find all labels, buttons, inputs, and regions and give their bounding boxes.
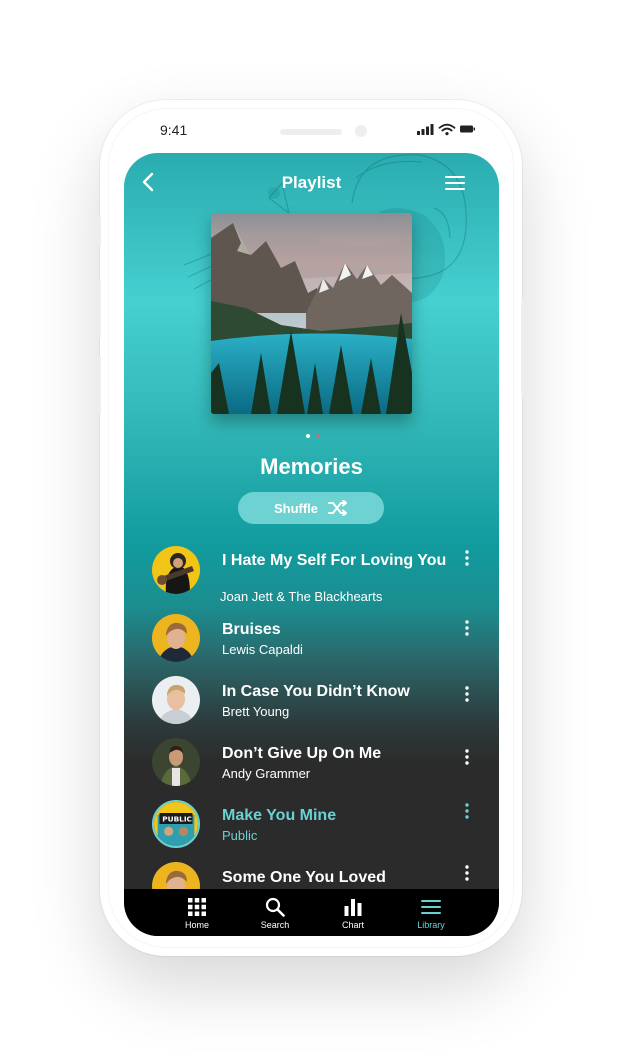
artist-avatar: PUBLIC: [152, 800, 200, 848]
shuffle-icon: [328, 500, 348, 516]
signal-icon: [417, 124, 434, 135]
shuffle-label: Shuffle: [273, 500, 319, 516]
status-time: 9:41: [160, 122, 188, 138]
song-title: I Hate My Self For Loving You: [222, 552, 447, 569]
wifi-icon: [438, 123, 456, 132]
shuffle-button[interactable]: Shuffle: [238, 492, 384, 524]
song-row[interactable]: Bruises Lewis Capaldi: [124, 614, 499, 674]
tab-label: Library: [417, 920, 445, 930]
tab-search[interactable]: Search: [235, 889, 315, 936]
more-options-icon[interactable]: [459, 685, 475, 703]
top-bar: Playlist: [124, 153, 499, 213]
playlist-name: Memories: [260, 454, 363, 479]
song-title: Some One You Loved: [222, 869, 386, 886]
grid-icon: [188, 898, 206, 916]
bottom-tab-bar: Home Search Chart Library: [124, 889, 499, 936]
song-title: Bruises: [222, 621, 281, 638]
song-artist: Brett Young: [222, 704, 290, 719]
song-row[interactable]: I Hate My Self For Loving You Joan Jett …: [124, 546, 499, 606]
song-artist: Public: [222, 828, 258, 843]
carousel-indicator: [305, 434, 321, 452]
more-options-icon[interactable]: [459, 619, 475, 637]
earpiece-speaker: [280, 129, 342, 135]
tab-label: Home: [184, 920, 209, 930]
wifi-dot-icon: [445, 132, 449, 136]
app-screen: Playlist Memories Shuffle I Hate My Self…: [124, 153, 499, 936]
song-artist: Joan Jett & The Blackhearts: [220, 589, 383, 604]
front-camera: [355, 125, 367, 137]
search-icon: [265, 897, 285, 917]
bar-chart-icon: [344, 899, 362, 916]
more-options-icon[interactable]: [459, 802, 475, 820]
tab-label: Search: [260, 920, 290, 930]
song-title: In Case You Didn’t Know: [222, 683, 410, 700]
more-options-icon[interactable]: [459, 748, 475, 766]
volume-down-button: [97, 356, 101, 414]
volume-up-button: [97, 280, 101, 338]
artist-avatar: [152, 614, 200, 662]
menu-lines-icon: [421, 900, 441, 914]
more-options-icon[interactable]: [459, 864, 475, 882]
artist-avatar: [152, 738, 200, 786]
artist-avatar: [152, 676, 200, 724]
artist-avatar: [152, 546, 200, 594]
carousel-dot[interactable]: [316, 434, 321, 438]
mute-switch: [97, 215, 101, 247]
battery-icon: [460, 125, 475, 133]
song-title: Don’t Give Up On Me: [222, 745, 382, 762]
svg-text:PUBLIC: PUBLIC: [162, 814, 192, 823]
song-row-active[interactable]: PUBLIC Make You Mine Public: [124, 800, 499, 860]
tab-home[interactable]: Home: [157, 889, 237, 936]
more-options-icon[interactable]: [459, 549, 475, 567]
hamburger-menu-icon[interactable]: [443, 173, 467, 193]
tab-label: Chart: [341, 920, 364, 930]
mountain-lake-artwork: [211, 213, 412, 414]
song-row[interactable]: In Case You Didn’t Know Brett Young: [124, 676, 499, 736]
carousel-dot-active[interactable]: [306, 434, 310, 438]
power-button: [521, 300, 525, 396]
tab-library[interactable]: Library: [391, 889, 471, 936]
album-cover[interactable]: [211, 213, 412, 414]
song-artist: Lewis Capaldi: [222, 642, 303, 657]
status-icons: [417, 123, 475, 136]
tab-chart[interactable]: Chart: [313, 889, 393, 936]
song-title: Make You Mine: [222, 807, 337, 824]
song-artist: Andy Grammer: [222, 766, 311, 781]
song-row[interactable]: Don’t Give Up On Me Andy Grammer: [124, 738, 499, 798]
